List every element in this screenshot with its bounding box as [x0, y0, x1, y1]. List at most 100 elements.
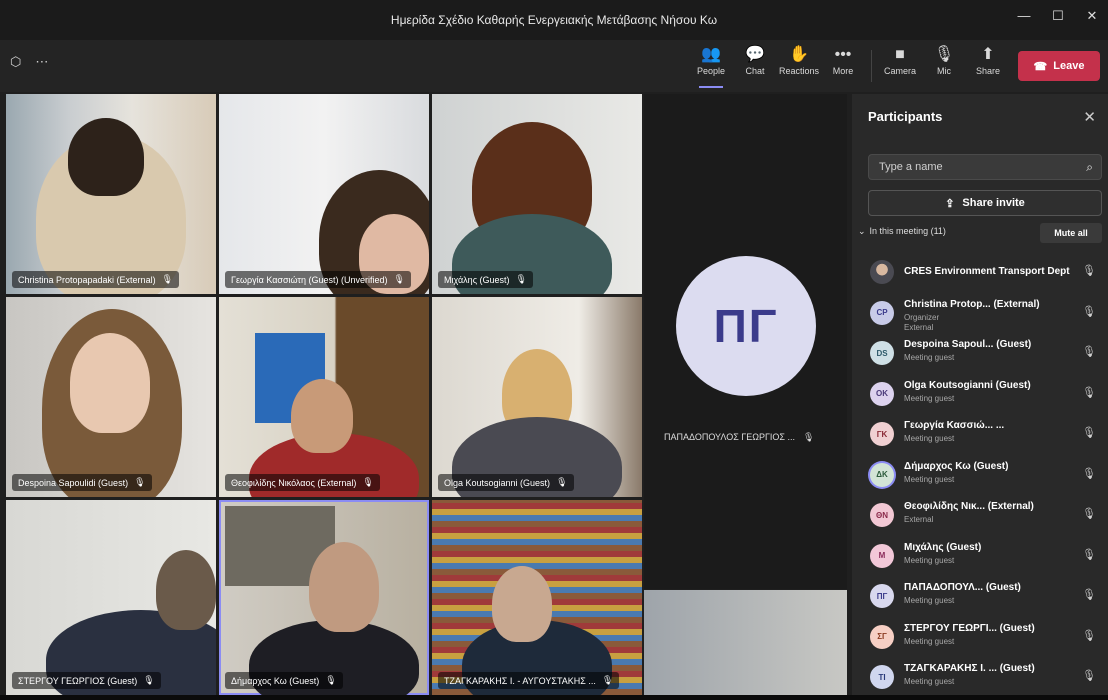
participant-video: [291, 379, 353, 453]
tile-label: ΠΑΠΑΔΟΠΟΥΛΟΣ ΓΕΩΡΓΙΟΣ ... 🎙: [664, 432, 814, 443]
participant-video: [156, 550, 216, 630]
avatar-tile[interactable]: ΠΓ ΠΑΠΑΔΟΠΟΥΛΟΣ ΓΕΩΡΓΙΟΣ ... 🎙: [644, 94, 847, 589]
participant-role: Meeting guest: [904, 636, 955, 646]
title-bar: Ημερίδα Σχέδιο Καθαρής Ενεργειακής Μετάβ…: [0, 0, 1108, 40]
participant-row[interactable]: OK Olga Koutsogianni (Guest) Meeting gue…: [852, 376, 1108, 417]
shield-icon[interactable]: ⬡: [10, 54, 21, 70]
share-button[interactable]: ⬆ Share: [966, 46, 1010, 86]
video-tile[interactable]: Christina Protopapadaki (External) 🎙: [6, 94, 216, 294]
video-tile[interactable]: ΣΤΕΡΓΟΥ ΓΕΩΡΓΙΟΣ (Guest) 🎙: [6, 500, 216, 695]
mic-off-icon[interactable]: 🎙: [1082, 426, 1096, 439]
reactions-button[interactable]: ✋ Reactions: [777, 46, 821, 86]
in-meeting-count: In this meeting (11): [869, 226, 946, 236]
participant-row[interactable]: CRES Environment Transport Dept 🎙: [852, 254, 1108, 295]
mic-off-icon[interactable]: 🎙: [1082, 669, 1096, 682]
mic-label: Mic: [937, 66, 951, 76]
participant-name: CRES Environment Transport Dept: [904, 266, 1070, 277]
avatar: M: [870, 543, 894, 568]
avatar-photo: [870, 260, 894, 284]
mute-all-button[interactable]: Mute all: [1040, 223, 1102, 243]
tile-name: Μιχάλης (Guest): [444, 274, 510, 285]
in-meeting-section-toggle[interactable]: ⌄ In this meeting (11): [858, 226, 946, 237]
search-icon[interactable]: ⌕: [1086, 160, 1093, 175]
participant-role: Meeting guest: [904, 434, 955, 443]
video-tile[interactable]: Θεοφιλίδης Νικόλαος (External) 🎙: [219, 297, 429, 497]
participant-video: [492, 566, 552, 642]
participant-row[interactable]: ΠΓ ΠΑΠΑΔΟΠΟΥΛ... (Guest) Meeting guest 🎙: [852, 578, 1108, 619]
camera-label: Camera: [883, 66, 916, 76]
reactions-icon: ✋: [789, 46, 809, 63]
tile-label: ΤΖΑΓΚΑΡΑΚΗΣ Ι. - ΑΥΓΟΥΣΤΑΚΗΣ ... 🎙: [438, 672, 620, 689]
video-tile[interactable]: Μιχάλης (Guest) 🎙: [432, 94, 642, 294]
video-tile[interactable]: ΤΖΑΓΚΑΡΑΚΗΣ Ι. - ΑΥΓΟΥΣΤΑΚΗΣ ... 🎙: [432, 500, 642, 695]
participant-role: Meeting guest: [904, 393, 955, 403]
mic-off-icon: 🎙: [556, 477, 568, 487]
leave-button[interactable]: ☎ Leave: [1018, 51, 1100, 81]
video-tile[interactable]: Γεωργία Κασσιώτη (Guest) (Unverified) 🎙: [219, 94, 429, 294]
mic-off-icon[interactable]: 🎙: [1082, 629, 1096, 642]
more-icon: •••: [834, 46, 852, 63]
leave-label: Leave: [1053, 60, 1085, 72]
mic-off-icon: 🎙: [802, 432, 815, 442]
share-invite-button[interactable]: ⇪ Share invite: [868, 190, 1102, 216]
wall-background: [644, 590, 847, 695]
minimize-icon[interactable]: —: [1016, 8, 1032, 24]
participant-row[interactable]: CP Christina Protop... (External) Organi…: [852, 295, 1108, 336]
tile-label: ΣΤΕΡΓΟΥ ΓΕΩΡΓΙΟΣ (Guest) 🎙: [12, 672, 161, 689]
people-button[interactable]: 👥 People: [689, 46, 733, 88]
mic-on-icon[interactable]: 🎙: [1082, 467, 1096, 480]
participant-row[interactable]: ΘΝ Θεοφιλίδης Νικ... (External) External…: [852, 497, 1108, 538]
participant-row[interactable]: DS Despoina Sapoul... (Guest) Meeting gu…: [852, 335, 1108, 376]
close-icon[interactable]: ✕: [1083, 108, 1096, 126]
participant-name: Christina Protop... (External): [904, 298, 1040, 310]
dots-icon[interactable]: ⋯: [35, 54, 48, 70]
participant-row[interactable]: M Μιχάλης (Guest) Meeting guest 🎙: [852, 538, 1108, 579]
close-window-icon[interactable]: ✕: [1084, 8, 1100, 24]
tile-name: Despoina Sapoulidi (Guest): [18, 477, 129, 488]
participant-row[interactable]: ΔΚ Δήμαρχος Κω (Guest) Meeting guest 🎙: [852, 457, 1108, 498]
search-input[interactable]: [877, 160, 1087, 174]
video-tile[interactable]: Olga Koutsogianni (Guest) 🎙: [432, 297, 642, 497]
tile-name: ΠΑΠΑΔΟΠΟΥΛΟΣ ΓΕΩΡΓΙΟΣ ...: [664, 432, 795, 442]
mic-off-icon[interactable]: 🎙: [1082, 588, 1096, 601]
people-icon: 👥: [701, 46, 721, 63]
video-tile[interactable]: Despoina Sapoulidi (Guest) 🎙: [6, 297, 216, 497]
tile-label: Olga Koutsogianni (Guest) 🎙: [438, 474, 574, 491]
more-button[interactable]: ••• More: [821, 46, 865, 86]
chat-label: Chat: [745, 66, 765, 76]
video-tile-active-speaker[interactable]: Δήμαρχος Κω (Guest) 🎙: [219, 500, 429, 695]
share-icon: ⇪: [945, 197, 955, 210]
mic-off-icon[interactable]: 🎙: [1082, 548, 1096, 561]
self-view-video[interactable]: [644, 590, 847, 695]
mic-on-icon[interactable]: 🎙: [1082, 386, 1096, 399]
participant-row[interactable]: ΤΙ ΤΖΑΓΚΑΡΑΚΗΣ Ι. ... (Guest) Meeting gu…: [852, 659, 1108, 700]
participant-name: ΤΖΑΓΚΑΡΑΚΗΣ Ι. ... (Guest): [904, 663, 1035, 674]
mic-off-icon: 🎙: [362, 477, 374, 487]
mic-off-icon[interactable]: 🎙: [1082, 264, 1096, 277]
maximize-icon[interactable]: ☐: [1050, 8, 1066, 24]
avatar: DS: [870, 341, 894, 365]
mic-off-icon: 🎙: [933, 46, 955, 63]
avatar: [870, 260, 894, 284]
people-label: People: [696, 66, 726, 76]
chevron-down-icon: ⌄: [858, 226, 866, 236]
camera-button[interactable]: ■ Camera: [878, 46, 922, 86]
mic-off-icon[interactable]: 🎙: [1082, 305, 1096, 318]
tile-name: Δήμαρχος Κω (Guest): [231, 675, 320, 686]
chat-button[interactable]: 💬 Chat: [733, 46, 777, 86]
phone-hangup-icon: ☎: [1033, 60, 1048, 73]
mic-button[interactable]: 🎙 Mic: [922, 46, 966, 86]
participant-row[interactable]: ΓΚ Γεωργία Κασσιώ... ... Meeting guest 🎙: [852, 416, 1108, 457]
participant-row[interactable]: ΣΓ ΣΤΕΡΓΟΥ ΓΕΩΡΓΙ... (Guest) Meeting gue…: [852, 619, 1108, 660]
share-tray-icon: ⬆: [981, 46, 995, 63]
mic-off-icon[interactable]: 🎙: [1082, 345, 1096, 358]
participant-role: Meeting guest: [904, 474, 955, 484]
search-box: ⌕: [868, 154, 1102, 180]
mic-off-icon[interactable]: 🎙: [1082, 507, 1096, 520]
participant-video: [309, 542, 379, 632]
participant-role: Meeting guest: [904, 353, 955, 362]
participant-name: Δήμαρχος Κω (Guest): [904, 460, 1009, 472]
tile-name: Θεοφιλίδης Νικόλαος (External): [231, 477, 357, 488]
participant-name: Θεοφιλίδης Νικ... (External): [904, 501, 1034, 512]
toolbar-right: 👥 People 💬 Chat ✋ Reactions ••• More ■ C…: [689, 46, 1100, 88]
